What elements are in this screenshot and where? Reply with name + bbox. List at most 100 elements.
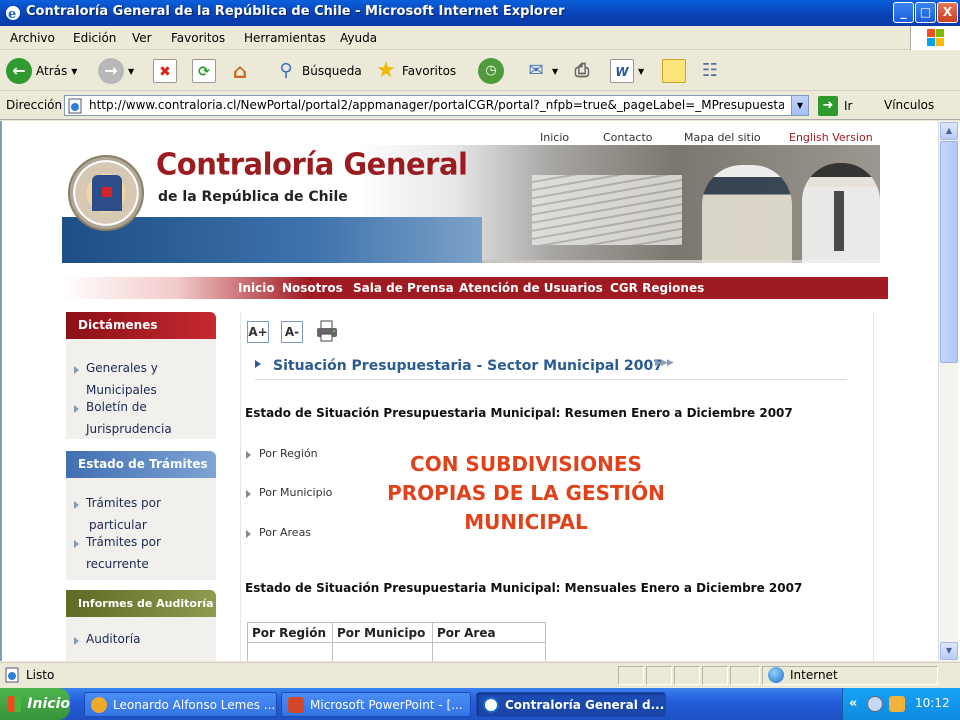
stop-button[interactable]: ✖: [153, 57, 177, 85]
mail-icon: ✉: [528, 60, 544, 81]
vertical-scrollbar[interactable]: ▲ ▼: [938, 121, 958, 661]
back-arrow-icon: ←: [6, 58, 32, 84]
refresh-icon: ⟳: [192, 59, 216, 83]
title-divider: [255, 379, 847, 380]
scroll-up-icon[interactable]: ▲: [940, 122, 958, 140]
tray-network-icon[interactable]: [867, 696, 883, 712]
toplink-inicio[interactable]: Inicio: [540, 131, 569, 144]
search-button[interactable]: ⚲ Búsqueda: [274, 57, 361, 85]
taskbar-item-powerpoint[interactable]: Microsoft PowerPoint - [...: [281, 692, 471, 717]
address-dropdown-icon[interactable]: ▼: [791, 96, 808, 115]
status-cell: [646, 666, 672, 685]
go-label: Ir: [844, 99, 853, 113]
nav-inicio[interactable]: Inicio: [238, 281, 275, 295]
banner-photo-tie: [834, 191, 844, 251]
print-button[interactable]: ⎙: [570, 57, 594, 85]
overlay-line-3: MUNICIPAL: [464, 510, 588, 534]
nav-atencion-usuarios[interactable]: Atención de Usuarios: [459, 281, 603, 295]
toplink-english[interactable]: English Version: [789, 131, 873, 144]
menu-bar: Archivo Edición Ver Favoritos Herramient…: [0, 26, 960, 50]
summary-heading: Estado de Situación Presupuestaria Munic…: [245, 406, 793, 420]
back-dropdown-icon[interactable]: ▼: [71, 67, 77, 76]
text-size-increase-button[interactable]: A+: [247, 321, 269, 343]
close-button[interactable]: X: [937, 2, 958, 23]
sidebar-link-boletin[interactable]: Boletín de: [86, 400, 147, 414]
maximize-button[interactable]: □: [915, 2, 936, 23]
go-button[interactable]: ➜ Ir: [818, 96, 852, 116]
sidebar-link-auditoria[interactable]: Auditoría: [86, 632, 140, 646]
link-por-areas[interactable]: Por Areas: [259, 526, 311, 539]
menu-ver[interactable]: Ver: [132, 31, 152, 45]
sidebar-auditoria-title[interactable]: Informes de Auditoría: [66, 590, 216, 617]
nav-cgr-regiones[interactable]: CGR Regiones: [610, 281, 704, 295]
mail-dropdown-icon[interactable]: ▼: [552, 67, 558, 76]
menu-favoritos[interactable]: Favoritos: [171, 31, 225, 45]
table-header-area[interactable]: Por Area: [432, 622, 546, 643]
task-label: Leonardo Alfonso Lemes ...: [113, 697, 276, 712]
status-bar: Listo Internet: [0, 662, 960, 687]
menu-ayuda[interactable]: Ayuda: [340, 31, 377, 45]
discuss-button[interactable]: [662, 57, 686, 85]
sidebar-dictamenes-title[interactable]: Dictámenes: [66, 312, 216, 339]
scroll-thumb[interactable]: [940, 141, 958, 363]
main-nav: Inicio Nosotros Sala de Prensa Atención …: [62, 277, 888, 299]
address-bar: Dirección http://www.contraloria.cl/NewP…: [0, 92, 960, 120]
messenger-icon: [91, 696, 107, 713]
print-icon: ⎙: [574, 60, 590, 81]
forward-button[interactable]: → ▼: [98, 57, 134, 85]
table-cell: [247, 642, 333, 661]
address-label: Dirección: [6, 98, 63, 112]
status-cell: [674, 666, 700, 685]
scroll-down-icon[interactable]: ▼: [940, 642, 958, 660]
history-button[interactable]: ◷: [478, 57, 504, 85]
text-size-decrease-button[interactable]: A-: [281, 321, 303, 343]
toplink-contacto[interactable]: Contacto: [603, 131, 653, 144]
tray-app-icon[interactable]: [889, 696, 905, 712]
address-input[interactable]: http://www.contraloria.cl/NewPortal/port…: [64, 95, 809, 116]
table-header-municipio[interactable]: Por Municipo: [332, 622, 433, 643]
taskbar-item-leonardo[interactable]: Leonardo Alfonso Lemes ...: [84, 692, 277, 717]
table-header-region[interactable]: Por Región: [247, 622, 333, 643]
research-button[interactable]: ☷: [698, 57, 722, 85]
refresh-button[interactable]: ⟳: [192, 57, 216, 85]
search-icon: ⚲: [279, 60, 293, 81]
nav-nosotros[interactable]: Nosotros: [282, 281, 343, 295]
edit-dropdown-icon[interactable]: ▼: [638, 67, 644, 76]
sidebar-link-recurrente[interactable]: recurrente: [86, 557, 149, 571]
back-button[interactable]: ← Atrás ▼: [6, 57, 77, 85]
sidebar-dictamenes: Dictámenes Generales y Municipales Bolet…: [66, 312, 216, 439]
favorites-button[interactable]: ★ Favoritos: [374, 57, 456, 85]
word-icon: W: [610, 59, 634, 83]
sidebar-link-generales[interactable]: Generales y: [86, 361, 158, 375]
minimize-button[interactable]: _: [893, 2, 914, 23]
link-por-municipio[interactable]: Por Municipio: [259, 486, 332, 499]
tray-expand-icon[interactable]: «: [849, 696, 857, 711]
menu-edicion[interactable]: Edición: [73, 31, 116, 45]
brand-title: Contraloría General: [156, 146, 468, 182]
status-cell: [730, 666, 760, 685]
mail-button[interactable]: ✉ ▼: [524, 57, 558, 85]
toplink-mapa[interactable]: Mapa del sitio: [684, 131, 761, 144]
browser-viewport: Inicio Contacto Mapa del sitio English V…: [0, 121, 960, 661]
edit-word-button[interactable]: W ▼: [610, 57, 644, 85]
forward-dropdown-icon[interactable]: ▼: [128, 67, 134, 76]
sidebar-link-tramites-recurrente[interactable]: Trámites por: [86, 535, 161, 549]
section-arrow-icon: [255, 360, 261, 368]
research-icon: ☷: [701, 60, 719, 81]
taskbar-item-contraloria[interactable]: Contraloría General d...: [476, 692, 666, 717]
section-title: Situación Presupuestaria - Sector Munici…: [273, 358, 664, 374]
nav-sala-de-prensa[interactable]: Sala de Prensa: [353, 281, 454, 295]
menu-archivo[interactable]: Archivo: [10, 31, 55, 45]
start-button[interactable]: Inicio: [0, 688, 70, 720]
links-label[interactable]: Vínculos: [884, 98, 934, 112]
back-label: Atrás: [36, 64, 68, 78]
link-por-region[interactable]: Por Región: [259, 447, 318, 460]
sidebar-link-municipales[interactable]: Municipales: [86, 383, 157, 397]
menu-herramientas[interactable]: Herramientas: [244, 31, 326, 45]
printer-icon[interactable]: [315, 320, 339, 342]
sidebar-link-jurisprudencia[interactable]: Jurisprudencia: [86, 422, 172, 436]
sidebar-link-particular[interactable]: particular: [89, 518, 147, 532]
sidebar-link-tramites-particular[interactable]: Trámites por: [86, 496, 161, 510]
home-button[interactable]: ⌂: [228, 57, 252, 85]
sidebar-tramites-title[interactable]: Estado de Trámites: [66, 451, 216, 478]
